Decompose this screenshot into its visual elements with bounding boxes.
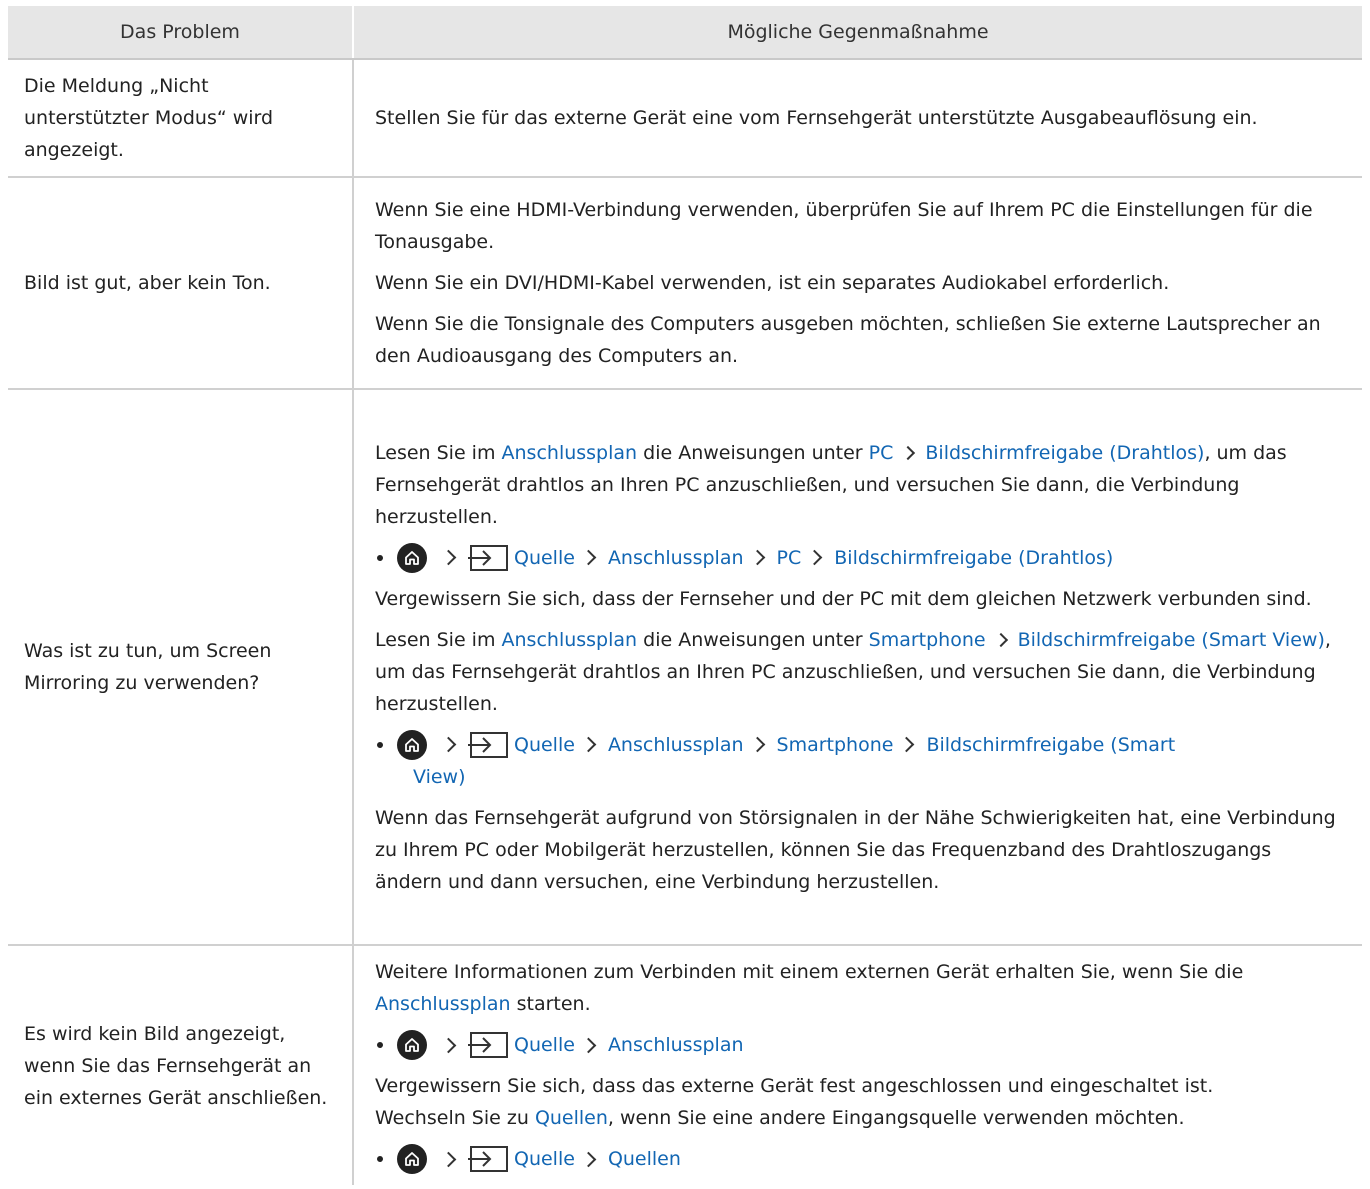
column-header-solution: Mögliche Gegenmaßnahme — [353, 6, 1362, 60]
solution-cell: Wenn Sie eine HDMI-Verbindung verwenden,… — [353, 177, 1362, 390]
troubleshooting-page: Das Problem Mögliche Gegenmaßnahme Die M… — [0, 0, 1370, 1189]
bullet-icon — [377, 554, 383, 561]
path-item[interactable]: Quelle — [514, 1029, 575, 1061]
problem-cell: Die Meldung „Nicht unterstützter Modus“ … — [8, 59, 354, 178]
table-row: Die Meldung „Nicht unterstützter Modus“ … — [8, 59, 1362, 178]
chevron-right-icon — [806, 549, 823, 566]
link-quellen[interactable]: Quellen — [535, 1107, 608, 1129]
troubleshooting-table: Das Problem Mögliche Gegenmaßnahme Die M… — [8, 6, 1362, 1185]
chevron-right-icon — [580, 1151, 597, 1167]
bullet-icon — [377, 1042, 383, 1048]
home-icon[interactable] — [397, 1144, 427, 1174]
path-item[interactable]: Quelle — [514, 542, 575, 574]
path-item[interactable]: Quelle — [514, 1143, 575, 1175]
table-row: Es wird kein Bild angezeigt, wenn Sie da… — [8, 945, 1362, 1185]
menu-path: Quelle Anschlussplan PC Bildschirmfreiga… — [375, 542, 1344, 574]
solution-text: Weitere Informationen zum Verbinden mit … — [375, 961, 1244, 1015]
path-item[interactable]: Anschlussplan — [608, 1029, 744, 1061]
problem-cell: Was ist zu tun, um Screen Mirroring zu v… — [8, 389, 354, 946]
solution-cell: Lesen Sie im Anschlussplan die Anweisung… — [353, 389, 1362, 946]
path-item[interactable]: PC — [777, 542, 802, 574]
path-item[interactable]: Bildschirmfreigabe (Drahtlos) — [834, 542, 1113, 574]
link-anschlussplan[interactable]: Anschlussplan — [375, 993, 511, 1015]
table-header-row: Das Problem Mögliche Gegenmaßnahme — [8, 6, 1362, 60]
chevron-right-icon — [440, 736, 457, 753]
problem-cell: Bild ist gut, aber kein Ton. — [8, 177, 354, 390]
menu-path: Quelle Anschlussplan — [375, 1029, 1344, 1061]
solution-text: Vergewissern Sie sich, dass der Fernsehe… — [375, 587, 1312, 610]
source-icon — [468, 1032, 508, 1058]
solution-text: Wenn Sie die Tonsignale des Computers au… — [375, 313, 1321, 367]
solution-text: Stellen Sie für das externe Gerät eine v… — [375, 107, 1258, 129]
solution-cell: Stellen Sie für das externe Gerät eine v… — [353, 59, 1362, 178]
solution-text: Wenn Sie eine HDMI-Verbindung verwenden,… — [375, 199, 1313, 253]
chevron-right-icon — [580, 549, 597, 566]
path-item[interactable]: Anschlussplan — [608, 729, 744, 761]
path-item[interactable]: View) — [413, 766, 466, 788]
column-header-problem: Das Problem — [8, 6, 354, 60]
solution-text: Wenn das Fernsehgerät aufgrund von Störs… — [375, 806, 1336, 893]
chevron-right-icon — [580, 736, 597, 753]
chevron-right-icon — [440, 549, 457, 566]
chevron-right-icon — [749, 736, 765, 753]
link-bildschirmfreigabe-smart-view[interactable]: Bildschirmfreigabe (Smart View) — [1018, 629, 1325, 651]
home-icon[interactable] — [397, 1030, 427, 1060]
chevron-right-icon — [440, 1151, 457, 1167]
path-item[interactable]: Anschlussplan — [608, 542, 744, 574]
bullet-icon — [377, 1156, 383, 1162]
chevron-right-icon — [899, 736, 915, 753]
solution-text: Wechseln Sie zu Quellen, wenn Sie eine a… — [375, 1107, 1185, 1129]
chevron-right-icon — [440, 1037, 457, 1053]
chevron-right-icon — [993, 632, 1008, 647]
link-smartphone[interactable]: Smartphone — [869, 629, 986, 651]
path-item[interactable]: Smartphone — [777, 729, 894, 761]
link-anschlussplan[interactable]: Anschlussplan — [502, 442, 638, 464]
solution-text: Lesen Sie im Anschlussplan die Anweisung… — [375, 441, 1287, 528]
solution-text: Lesen Sie im Anschlussplan die Anweisung… — [375, 628, 1331, 715]
chevron-right-icon — [580, 1037, 597, 1053]
source-icon — [468, 1146, 508, 1172]
table-row: Was ist zu tun, um Screen Mirroring zu v… — [8, 389, 1362, 946]
home-icon[interactable] — [397, 542, 427, 573]
link-anschlussplan[interactable]: Anschlussplan — [502, 629, 638, 651]
menu-path-continuation: View) — [375, 761, 1344, 793]
chevron-right-icon — [901, 445, 916, 460]
menu-path: Quelle Anschlussplan Smartphone Bildschi… — [375, 729, 1344, 761]
solution-cell: Weitere Informationen zum Verbinden mit … — [353, 945, 1362, 1185]
path-item[interactable]: Bildschirmfreigabe (Smart — [926, 729, 1175, 761]
problem-cell: Es wird kein Bild angezeigt, wenn Sie da… — [8, 945, 354, 1185]
source-icon — [468, 544, 508, 571]
solution-text: Wenn Sie ein DVI/HDMI-Kabel verwenden, i… — [375, 272, 1170, 294]
solution-text: Vergewissern Sie sich, dass das externe … — [375, 1075, 1214, 1097]
chevron-right-icon — [749, 549, 765, 566]
link-bildschirmfreigabe[interactable]: Bildschirmfreigabe (Drahtlos) — [925, 442, 1204, 464]
home-icon[interactable] — [397, 729, 427, 760]
menu-path: Quelle Quellen — [375, 1143, 1344, 1175]
table-row: Bild ist gut, aber kein Ton. Wenn Sie ei… — [8, 177, 1362, 390]
bullet-icon — [377, 741, 383, 748]
link-pc[interactable]: PC — [869, 442, 894, 464]
path-item[interactable]: Quelle — [514, 729, 575, 761]
source-icon — [468, 731, 508, 758]
path-item[interactable]: Quellen — [608, 1143, 681, 1175]
